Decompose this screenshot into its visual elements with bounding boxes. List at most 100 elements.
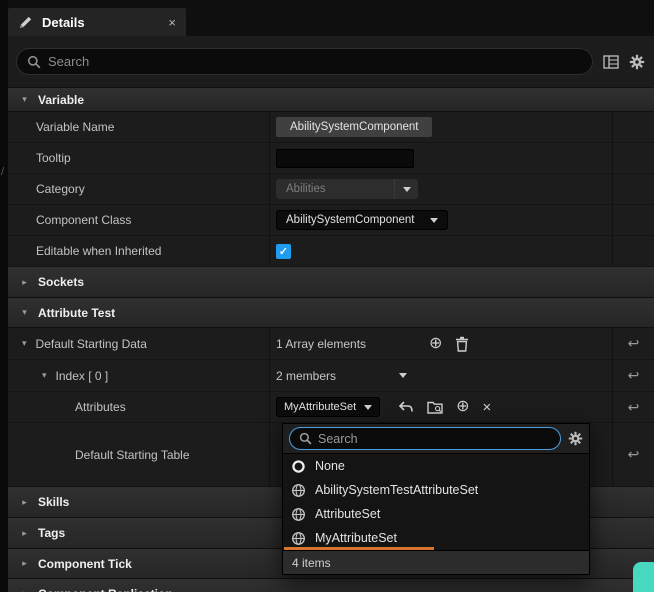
- chevron-right-icon: ▸: [20, 277, 29, 288]
- component-class-value: AbilitySystemComponent: [286, 214, 414, 226]
- chevron-right-icon: ▸: [20, 588, 29, 592]
- row-tooltip: Tooltip: [8, 143, 654, 174]
- chevron-down-icon[interactable]: [399, 373, 407, 378]
- members-count: 2 members: [276, 369, 336, 383]
- section-title: Attribute Test: [38, 306, 115, 320]
- add-icon[interactable]: ⊕: [456, 399, 469, 415]
- property-label: Category: [36, 182, 85, 196]
- list-item-asset[interactable]: AttributeSet: [283, 502, 589, 526]
- tab-close-icon[interactable]: ×: [168, 16, 176, 29]
- asset-sphere-icon: [291, 483, 306, 498]
- tooltip-input[interactable]: [276, 149, 414, 168]
- tab-title: Details: [42, 15, 159, 30]
- none-circle-icon: [291, 459, 306, 474]
- section-title: Component Replication: [38, 587, 173, 592]
- search-icon: [27, 55, 41, 69]
- chevron-down-icon: ▾: [20, 94, 29, 105]
- details-panel-screen: / Details ×: [0, 0, 654, 592]
- items-count-label: 4 items: [292, 556, 331, 570]
- browse-to-asset-icon[interactable]: [427, 401, 443, 414]
- list-item-label: AttributeSet: [315, 507, 380, 521]
- asset-sphere-icon: [291, 531, 306, 546]
- section-title: Variable: [38, 93, 84, 107]
- category-value: Abilities: [286, 183, 326, 195]
- variable-name-value[interactable]: AbilitySystemComponent: [276, 117, 432, 137]
- settings-gear-icon[interactable]: [629, 54, 645, 70]
- section-header-sockets[interactable]: ▸ Sockets: [8, 267, 654, 298]
- reset-column: [612, 236, 654, 266]
- property-label: Editable when Inherited: [36, 244, 161, 258]
- reset-column: [612, 143, 654, 173]
- component-class-dropdown[interactable]: AbilitySystemComponent: [276, 210, 448, 230]
- chevron-right-icon: ▸: [20, 497, 29, 508]
- row-default-starting-data: ▾ Default Starting Data 1 Array elements…: [8, 328, 654, 360]
- delete-trash-icon[interactable]: [455, 336, 469, 352]
- asset-picker-footer: 4 items: [283, 550, 589, 574]
- details-pencil-icon: [18, 15, 33, 30]
- reset-column: ↩: [612, 423, 654, 486]
- details-toolbar: [8, 36, 654, 88]
- reset-to-default-icon[interactable]: ↩: [628, 399, 640, 416]
- picker-settings-gear-icon[interactable]: [568, 431, 583, 446]
- tab-details[interactable]: Details ×: [8, 8, 186, 36]
- chevron-down-icon: [364, 405, 372, 410]
- row-index-0: ▾ Index [ 0 ] 2 members ↩: [8, 360, 654, 392]
- reset-column: ↩: [612, 392, 654, 422]
- list-item-asset[interactable]: AbilitySystemTestAttributeSet: [283, 478, 589, 502]
- list-item-none[interactable]: None: [283, 454, 589, 478]
- section-title: Sockets: [38, 275, 84, 289]
- reset-column: [612, 112, 654, 142]
- check-icon: ✓: [279, 245, 288, 258]
- search-box[interactable]: [16, 48, 593, 75]
- array-elements-count: 1 Array elements: [276, 337, 366, 351]
- asset-picker-list: None AbilitySystemTestAttributeSet Attri…: [283, 453, 589, 550]
- editable-checkbox[interactable]: ✓: [276, 244, 291, 259]
- property-label: Tooltip: [36, 151, 71, 165]
- section-title: Component Tick: [38, 557, 132, 571]
- reset-column: [612, 205, 654, 235]
- section-header-attribute-test[interactable]: ▾ Attribute Test: [8, 298, 654, 328]
- use-selected-asset-icon[interactable]: [398, 400, 414, 414]
- chevron-down-icon[interactable]: ▾: [42, 370, 47, 381]
- reset-column: ↩: [612, 328, 654, 359]
- property-label: Attributes: [75, 400, 126, 414]
- property-label: Variable Name: [36, 120, 114, 134]
- chevron-down-icon[interactable]: ▾: [22, 338, 27, 349]
- chevron-down-icon: [403, 187, 411, 192]
- property-label: Component Class: [36, 213, 131, 227]
- row-category: Category Abilities: [8, 174, 654, 205]
- search-icon: [299, 432, 312, 445]
- section-title: Tags: [38, 526, 65, 540]
- tab-bar: Details ×: [8, 0, 654, 36]
- asset-picker-search-row: [283, 424, 589, 453]
- reset-to-default-icon[interactable]: ↩: [628, 367, 640, 384]
- chevron-box: [394, 179, 418, 199]
- add-element-icon[interactable]: ⊕: [429, 336, 442, 352]
- row-attributes: Attributes MyAttributeSet: [8, 392, 654, 423]
- attributes-asset-dropdown[interactable]: MyAttributeSet: [276, 397, 380, 417]
- list-item-label: MyAttributeSet: [315, 531, 397, 545]
- asset-picker-popup: None AbilitySystemTestAttributeSet Attri…: [282, 423, 590, 575]
- display-filter-grid-icon[interactable]: [603, 55, 619, 69]
- section-header-component-replication[interactable]: ▸ Component Replication: [8, 579, 654, 592]
- category-dropdown[interactable]: Abilities: [276, 179, 418, 199]
- attributes-value: MyAttributeSet: [284, 401, 356, 413]
- chevron-right-icon: ▸: [20, 558, 29, 569]
- property-label: Index [ 0 ]: [56, 369, 109, 383]
- asset-picker-search-box[interactable]: [289, 427, 561, 450]
- left-edge-strip: /: [0, 0, 8, 592]
- background-widget-corner: [633, 562, 654, 592]
- clear-icon[interactable]: ×: [483, 400, 492, 415]
- reset-to-default-icon[interactable]: ↩: [628, 446, 640, 463]
- chevron-down-icon: ▾: [20, 307, 29, 318]
- property-label: Default Starting Data: [36, 337, 147, 351]
- section-header-variable[interactable]: ▾ Variable: [8, 88, 654, 112]
- asset-picker-search-input[interactable]: [318, 432, 551, 446]
- asset-sphere-icon: [291, 507, 306, 522]
- search-input[interactable]: [48, 54, 582, 69]
- chevron-down-icon: [430, 218, 438, 223]
- row-editable-when-inherited: Editable when Inherited ✓: [8, 236, 654, 267]
- background-glyph: /: [1, 166, 4, 178]
- reset-to-default-icon[interactable]: ↩: [628, 335, 640, 352]
- section-title: Skills: [38, 495, 69, 509]
